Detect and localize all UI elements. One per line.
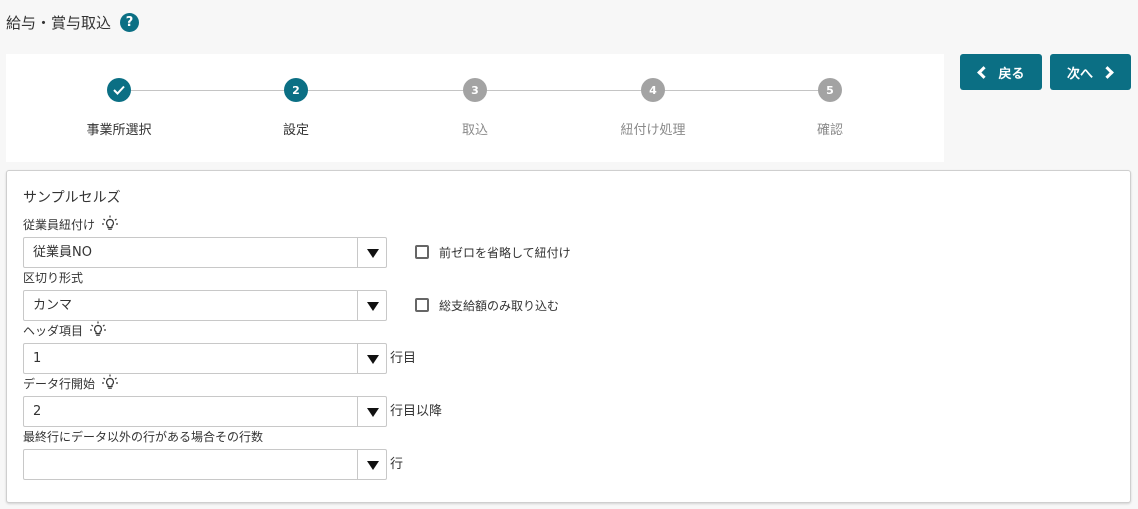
step-number: 4 xyxy=(641,78,665,102)
delimiter-label-text: 区切り形式 xyxy=(23,270,84,285)
data-start-select[interactable]: 2 xyxy=(23,396,387,427)
checkbox-label: 前ゼロを省略して紐付け xyxy=(439,245,571,260)
step-number: 5 xyxy=(818,78,842,102)
footer-rows-label: 最終行にデータ以外の行がある場合その行数 xyxy=(23,427,263,445)
header-row-label: ヘッダ項目 xyxy=(23,321,107,339)
footer-rows-select[interactable] xyxy=(23,449,387,480)
employee-link-select[interactable]: 従業員NO xyxy=(23,237,387,268)
employee-link-label: 従業員紐付け xyxy=(23,215,119,233)
step-label: 確認 xyxy=(816,123,843,138)
select-value: 従業員NO xyxy=(33,245,92,260)
checkbox-label: 総支給額のみ取り込む xyxy=(439,298,560,313)
step-number: 2 xyxy=(284,78,308,102)
step-3: 3 取込 xyxy=(405,78,545,138)
gross-only-checkbox-row[interactable]: 総支給額のみ取り込む xyxy=(415,295,559,315)
chevron-right-icon xyxy=(1101,65,1114,79)
dropdown-arrow-icon xyxy=(367,408,379,417)
header-row-label-text: ヘッダ項目 xyxy=(23,323,84,338)
lightbulb-icon[interactable] xyxy=(89,321,107,339)
lightbulb-icon[interactable] xyxy=(101,215,119,233)
step-label: 紐付け処理 xyxy=(620,123,686,138)
select-divider xyxy=(357,397,358,426)
select-divider xyxy=(357,291,358,320)
footer-rows-label-text: 最終行にデータ以外の行がある場合その行数 xyxy=(23,429,264,444)
chevron-left-icon xyxy=(977,65,991,79)
delimiter-label: 区切り形式 xyxy=(23,268,83,286)
stepper: 事業所選択 2 設定 3 取込 4 紐付け処理 5 確認 xyxy=(6,54,944,162)
page-header: 給与・賞与取込 ? xyxy=(6,10,140,34)
dropdown-arrow-icon xyxy=(367,355,379,364)
omit-leading-zero-checkbox[interactable] xyxy=(415,245,429,259)
data-start-label: データ行開始 xyxy=(23,374,119,392)
dropdown-arrow-icon xyxy=(367,461,379,470)
step-4: 4 紐付け処理 xyxy=(583,78,723,138)
back-button[interactable]: 戻る xyxy=(960,54,1042,90)
next-button[interactable]: 次へ xyxy=(1050,54,1131,90)
header-row-suffix: 行目 xyxy=(390,351,417,366)
step-label: 設定 xyxy=(282,123,309,138)
select-value: 1 xyxy=(33,351,42,366)
lightbulb-icon[interactable] xyxy=(101,374,119,392)
data-start-suffix: 行目以降 xyxy=(390,404,443,419)
dropdown-arrow-icon xyxy=(367,302,379,311)
settings-panel: サンプルセルズ 従業員紐付け 従業員NO 前ゼロを省略して紐付け 区切り形式 カ… xyxy=(6,170,1131,503)
dropdown-arrow-icon xyxy=(367,249,379,258)
select-divider xyxy=(357,238,358,267)
header-row-select[interactable]: 1 xyxy=(23,343,387,374)
gross-only-checkbox[interactable] xyxy=(415,298,429,312)
footer-rows-suffix: 行 xyxy=(390,457,404,472)
next-button-label: 次へ xyxy=(1066,66,1093,82)
select-divider xyxy=(357,344,358,373)
back-button-label: 戻る xyxy=(998,66,1025,82)
check-icon xyxy=(107,78,131,102)
select-value: 2 xyxy=(33,404,42,419)
step-label: 取込 xyxy=(461,123,488,138)
select-value: カンマ xyxy=(33,298,73,313)
question-icon[interactable]: ? xyxy=(120,12,140,32)
delimiter-select[interactable]: カンマ xyxy=(23,290,387,321)
step-5: 5 確認 xyxy=(760,78,900,138)
step-1: 事業所選択 xyxy=(49,78,189,138)
select-divider xyxy=(357,450,358,479)
step-number: 3 xyxy=(463,78,487,102)
step-2: 2 設定 xyxy=(226,78,366,138)
panel-title: サンプルセルズ xyxy=(23,190,121,206)
employee-link-label-text: 従業員紐付け xyxy=(23,217,96,232)
data-start-label-text: データ行開始 xyxy=(23,376,96,391)
page-title: 給与・賞与取込 xyxy=(6,13,112,32)
omit-leading-zero-checkbox-row[interactable]: 前ゼロを省略して紐付け xyxy=(415,242,571,262)
step-label: 事業所選択 xyxy=(86,123,152,138)
